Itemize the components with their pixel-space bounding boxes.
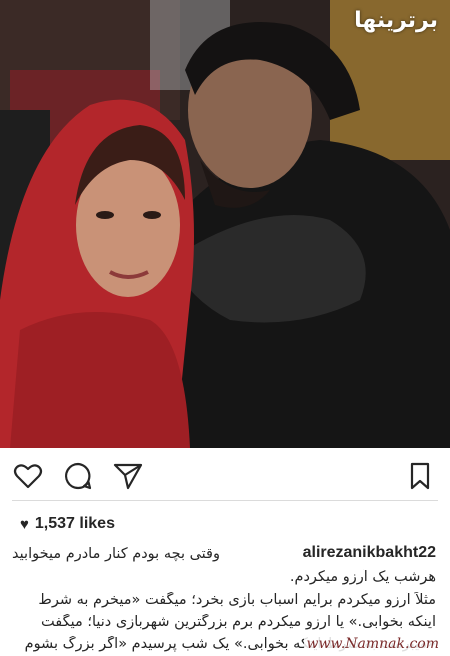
action-bar [0,452,450,500]
watermark-logo: برترینها [354,8,438,33]
caption-line: اینکه بخوابی.» یا آرزو میکردم برم بزرگتر… [41,614,436,630]
divider [12,500,438,501]
bookmark-icon[interactable] [404,460,436,492]
comment-icon[interactable] [62,460,94,492]
share-icon[interactable] [112,460,144,492]
instagram-post: برترینها ♥ 1,537 likes alirezanikbakht22… [0,0,450,656]
photo-illustration [0,0,450,448]
caption-line: هرشب یک آرزو میکردم. [289,569,436,585]
caption-line: وقتی بچه بودم کنار مادرم میخوابیدم و [12,546,220,562]
heart-small-icon: ♥ [20,515,29,533]
post-photo[interactable]: برترینها [0,0,450,448]
caption-username[interactable]: alirezanikbakht22 [303,544,436,562]
likes-count[interactable]: ♥ 1,537 likes [20,515,115,533]
watermark-site: www.Namnak.com [303,636,442,652]
likes-label: 1,537 likes [34,515,115,532]
caption-line: مثلاً آرزو میکردم برایم اسباب بازی بخرد؛… [38,592,436,608]
heart-icon[interactable] [12,460,44,492]
